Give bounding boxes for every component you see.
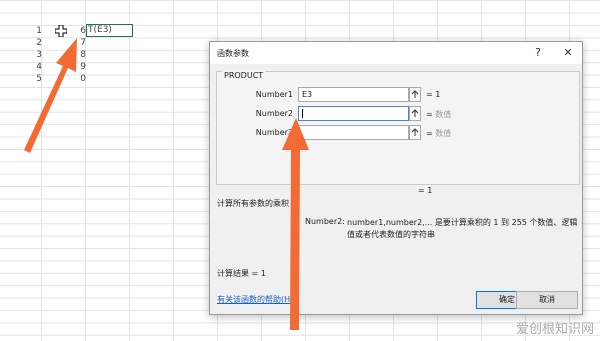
hint-label: Number2: <box>305 217 345 226</box>
cancel-button[interactable]: 取消 <box>516 291 578 309</box>
arg-label-number2: Number2 <box>255 109 293 118</box>
number1-input[interactable]: E3 <box>298 87 409 102</box>
arguments-group: PRODUCT Number1 E3 = 1 Number2 = 数值 Numb… <box>216 71 580 185</box>
dialog-titlebar[interactable]: 函数参数 ? ✕ <box>210 42 582 64</box>
row-number: 3 <box>36 50 42 60</box>
row-number: 4 <box>36 62 42 72</box>
range-select-button[interactable] <box>409 87 421 102</box>
calc-result: 计算结果 = 1 <box>217 269 266 278</box>
cell-value[interactable]: 8 <box>74 50 86 60</box>
number3-input[interactable] <box>298 125 409 140</box>
row-number: 2 <box>36 38 42 48</box>
arg-label-number1: Number1 <box>255 90 293 99</box>
number2-input[interactable] <box>298 106 409 121</box>
help-link[interactable]: 有关该函数的帮助(H) <box>217 294 293 305</box>
arg-result: = 1 <box>426 90 440 99</box>
function-name: PRODUCT <box>222 71 266 80</box>
collapse-arrow-icon <box>411 128 419 136</box>
collapse-arrow-icon <box>411 90 419 98</box>
range-select-button[interactable] <box>409 106 421 121</box>
cell-value[interactable]: 0 <box>74 74 86 84</box>
active-formula-cell[interactable]: T(E3) <box>86 24 133 37</box>
arg-result-prefix: = <box>426 110 436 119</box>
help-button[interactable]: ? <box>530 45 546 61</box>
dialog-title: 函数参数 <box>217 49 249 58</box>
total-result: = 1 <box>418 186 433 195</box>
close-button[interactable]: ✕ <box>560 45 576 61</box>
cell-value[interactable]: 9 <box>74 62 86 72</box>
arg-result-value: = 1 <box>426 90 441 99</box>
arg-label-number3: Number3 <box>255 128 293 137</box>
crosshair-cursor-icon <box>55 25 67 37</box>
collapse-arrow-icon <box>411 109 419 117</box>
range-select-button[interactable] <box>409 125 421 140</box>
arg-result-prefix: = <box>426 129 436 138</box>
function-arguments-dialog: 函数参数 ? ✕ PRODUCT Number1 E3 = 1 Number2 … <box>209 41 583 315</box>
arg-result: = 数值 <box>426 128 451 139</box>
function-description: 计算所有参数的乘积 <box>217 199 289 208</box>
arg-result-hint: 数值 <box>435 129 452 138</box>
arg-result-hint: 数值 <box>435 110 452 119</box>
row-number: 1 <box>36 26 42 36</box>
cell-value[interactable]: 6 <box>74 26 86 36</box>
cell-value[interactable]: 7 <box>74 38 86 48</box>
row-number: 5 <box>36 74 42 84</box>
arg-result: = 数值 <box>426 109 451 120</box>
text-caret <box>302 109 303 118</box>
watermark: 爱创根知识网 <box>515 322 594 337</box>
hint-text: number1,number2,... 是要计算乘积的 1 到 255 个数值、… <box>347 218 578 239</box>
